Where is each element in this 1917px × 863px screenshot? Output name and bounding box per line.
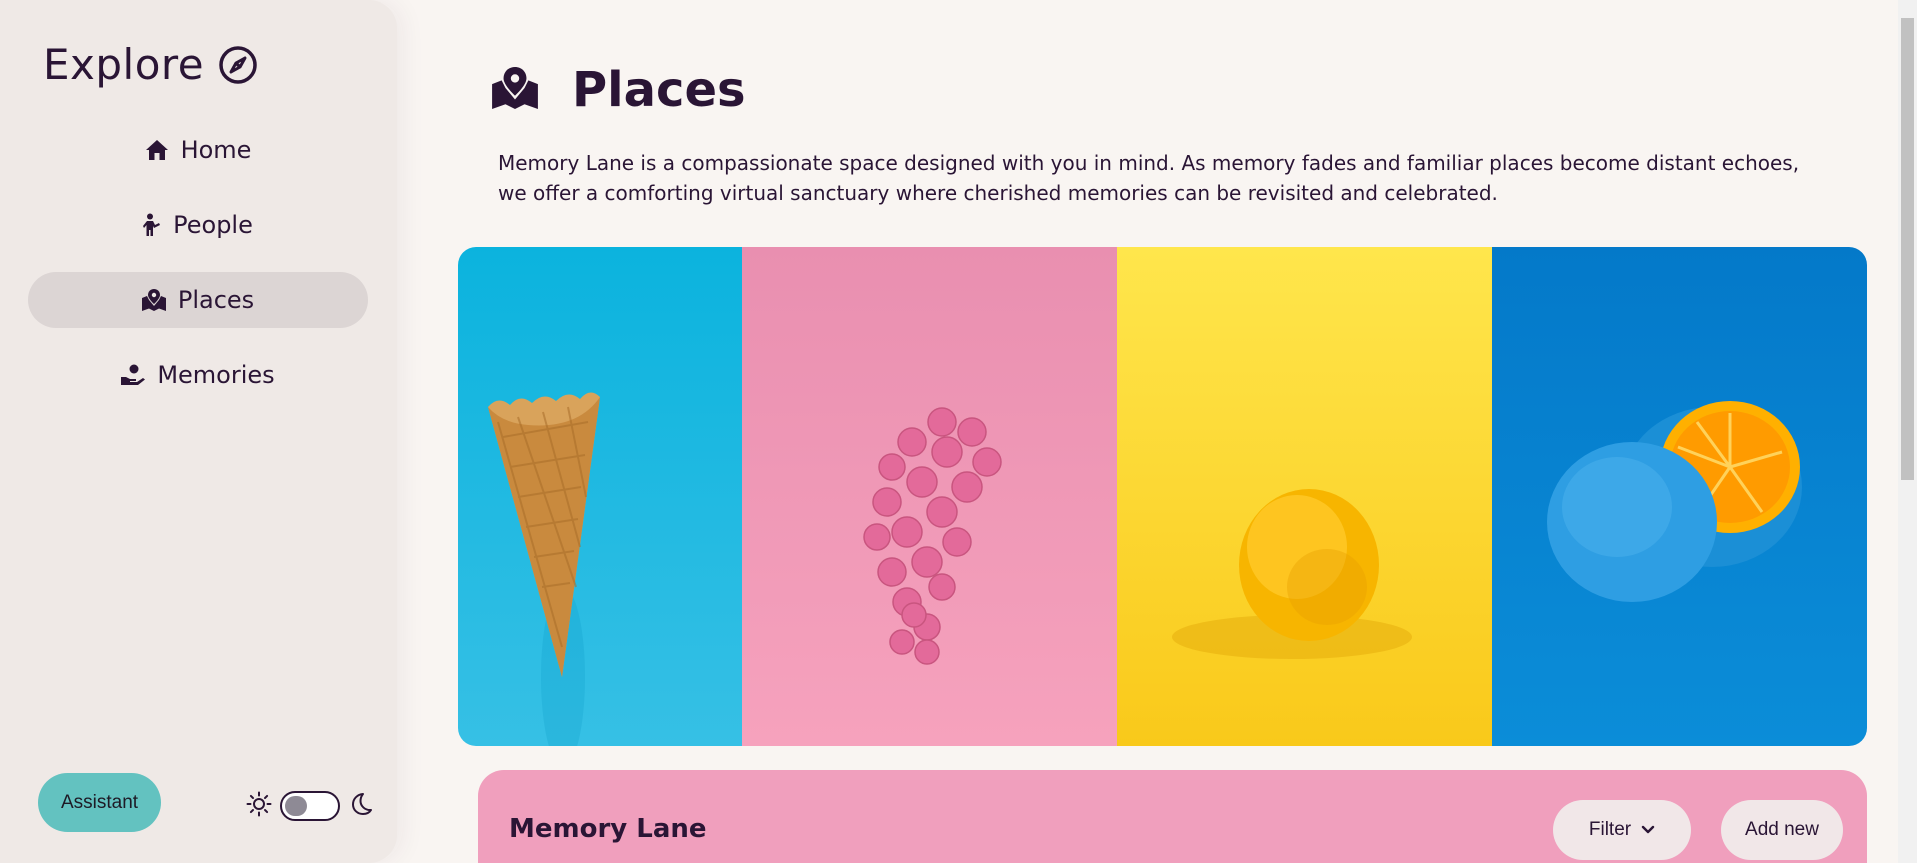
sidebar-item-label: Places	[177, 286, 255, 314]
sidebar: Explore Home People Places Memories Assi…	[0, 0, 397, 863]
map-location-icon	[141, 289, 166, 311]
filter-button-label: Filter	[1588, 819, 1632, 840]
sidebar-item-home[interactable]: Home	[28, 122, 368, 178]
page-scrollbar[interactable]	[1898, 0, 1917, 863]
page-title: Places	[572, 62, 746, 118]
sidebar-item-label: Home	[180, 136, 252, 164]
sidebar-item-label: Memories	[157, 361, 275, 389]
sun-icon	[246, 791, 272, 821]
gallery-image-blue-orange	[1492, 247, 1867, 746]
gallery-image-grapes	[742, 247, 1117, 746]
hand-holding-heart-icon	[121, 364, 146, 386]
switch-knob	[285, 796, 307, 816]
chevron-down-icon	[1641, 819, 1655, 841]
sidebar-item-label: People	[173, 211, 253, 239]
person-icon	[143, 213, 161, 237]
home-icon	[145, 139, 169, 161]
add-new-button[interactable]: Add new	[1721, 800, 1843, 860]
moon-icon	[348, 791, 374, 821]
compass-icon	[218, 45, 258, 85]
filter-button[interactable]: Filter	[1553, 800, 1691, 860]
map-location-icon	[492, 67, 538, 113]
sidebar-item-people[interactable]: People	[28, 197, 368, 253]
gallery-image-lemon	[1117, 247, 1492, 746]
memory-lane-title: Memory Lane	[509, 814, 707, 844]
brand-title: Explore	[43, 40, 205, 89]
dark-mode-switch[interactable]	[280, 791, 340, 821]
brand: Explore	[43, 40, 258, 89]
page-header: Places	[492, 62, 746, 118]
sidebar-nav: Home People Places Memories	[28, 122, 368, 422]
sidebar-item-places[interactable]: Places	[28, 272, 368, 328]
page-description: Memory Lane is a compassionate space des…	[498, 151, 1800, 205]
assistant-button[interactable]: Assistant	[38, 773, 161, 832]
sidebar-item-memories[interactable]: Memories	[28, 347, 368, 403]
scrollbar-thumb[interactable]	[1901, 18, 1914, 480]
memory-lane-card: Memory Lane Filter Add new	[478, 770, 1867, 863]
places-gallery	[458, 247, 1867, 746]
gallery-image-ice-cream	[458, 247, 742, 746]
theme-toggle	[246, 791, 374, 821]
